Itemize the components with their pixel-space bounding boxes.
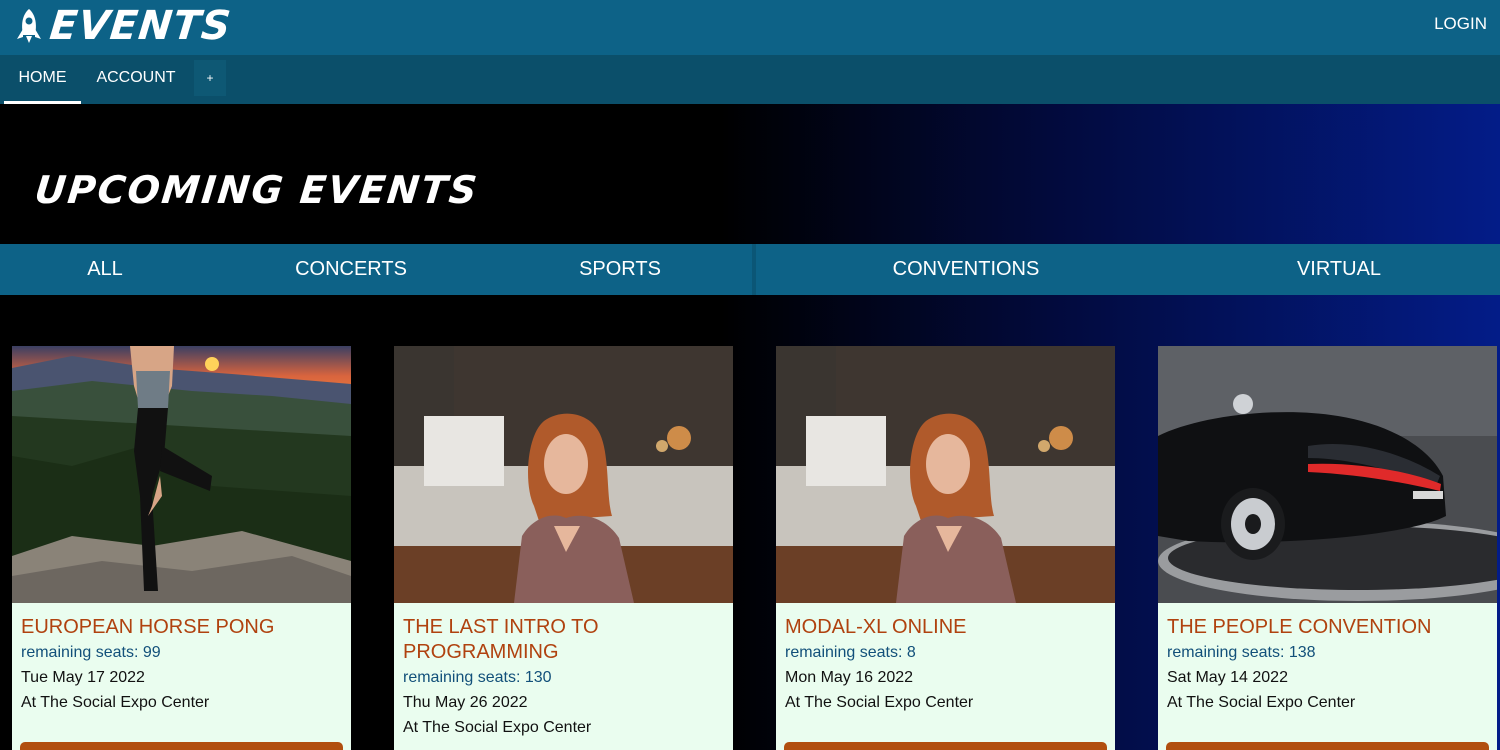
event-card[interactable]: MODAL-XL ONLINE remaining seats: 8 Mon M…	[776, 346, 1115, 750]
event-card[interactable]: EUROPEAN HORSE PONG remaining seats: 99 …	[12, 346, 351, 750]
event-date: Tue May 17 2022	[21, 669, 145, 686]
yoga-sunset-photo	[12, 346, 351, 603]
event-action-button[interactable]	[20, 742, 343, 750]
login-link[interactable]: LOGIN	[1434, 14, 1487, 34]
filter-virtual[interactable]: VIRTUAL	[1280, 244, 1398, 295]
card-body: THE PEOPLE CONVENTION remaining seats: 1…	[1167, 615, 1488, 715]
logo[interactable]: EVENTS	[14, 2, 234, 50]
main-nav: HOME ACCOUNT +	[0, 55, 1500, 104]
filter-conventions[interactable]: CONVENTIONS	[875, 244, 1057, 295]
event-venue: At The Social Expo Center	[21, 694, 210, 711]
rocket-icon	[17, 9, 41, 43]
event-venue: At The Social Expo Center	[785, 694, 974, 711]
event-title[interactable]: MODAL-XL ONLINE	[785, 615, 1106, 640]
top-header: EVENTS LOGIN	[0, 0, 1500, 55]
nav-item-add[interactable]: +	[194, 60, 226, 96]
nav-item-account[interactable]: ACCOUNT	[84, 55, 188, 101]
event-card[interactable]: THE PEOPLE CONVENTION remaining seats: 1…	[1158, 346, 1497, 750]
event-action-button[interactable]	[784, 742, 1107, 750]
event-date: Sat May 14 2022	[1167, 669, 1288, 686]
card-body: THE LAST INTRO TO PROGRAMMING remaining …	[403, 615, 724, 740]
filter-sports[interactable]: SPORTS	[560, 244, 680, 295]
remaining-seats: remaining seats: 8	[785, 644, 916, 661]
event-date: Mon May 16 2022	[785, 669, 914, 686]
event-title[interactable]: THE PEOPLE CONVENTION	[1167, 615, 1488, 640]
event-title[interactable]: THE LAST INTRO TO PROGRAMMING	[403, 615, 724, 665]
woman-cafe-photo	[394, 346, 733, 603]
woman-cafe-photo	[776, 346, 1115, 603]
filter-divider	[752, 244, 756, 295]
card-body: MODAL-XL ONLINE remaining seats: 8 Mon M…	[785, 615, 1106, 715]
nav-item-home[interactable]: HOME	[4, 55, 81, 104]
event-title[interactable]: EUROPEAN HORSE PONG	[21, 615, 342, 640]
remaining-seats: remaining seats: 138	[1167, 644, 1316, 661]
card-body: EUROPEAN HORSE PONG remaining seats: 99 …	[21, 615, 342, 715]
remaining-seats: remaining seats: 130	[403, 669, 552, 686]
remaining-seats: remaining seats: 99	[21, 644, 161, 661]
page-title: UPCOMING EVENTS	[32, 168, 481, 212]
filter-all[interactable]: ALL	[45, 244, 165, 295]
category-filter-bar: ALL CONCERTS SPORTS CONVENTIONS VIRTUAL	[0, 244, 1500, 295]
event-card[interactable]: THE LAST INTRO TO PROGRAMMING remaining …	[394, 346, 733, 750]
filter-concerts[interactable]: CONCERTS	[280, 244, 422, 295]
event-date: Thu May 26 2022	[403, 694, 528, 711]
sports-car-photo	[1158, 346, 1497, 603]
event-action-button[interactable]	[1166, 742, 1489, 750]
logo-text: EVENTS	[47, 3, 234, 49]
event-venue: At The Social Expo Center	[1167, 694, 1356, 711]
event-venue: At The Social Expo Center	[403, 719, 592, 736]
